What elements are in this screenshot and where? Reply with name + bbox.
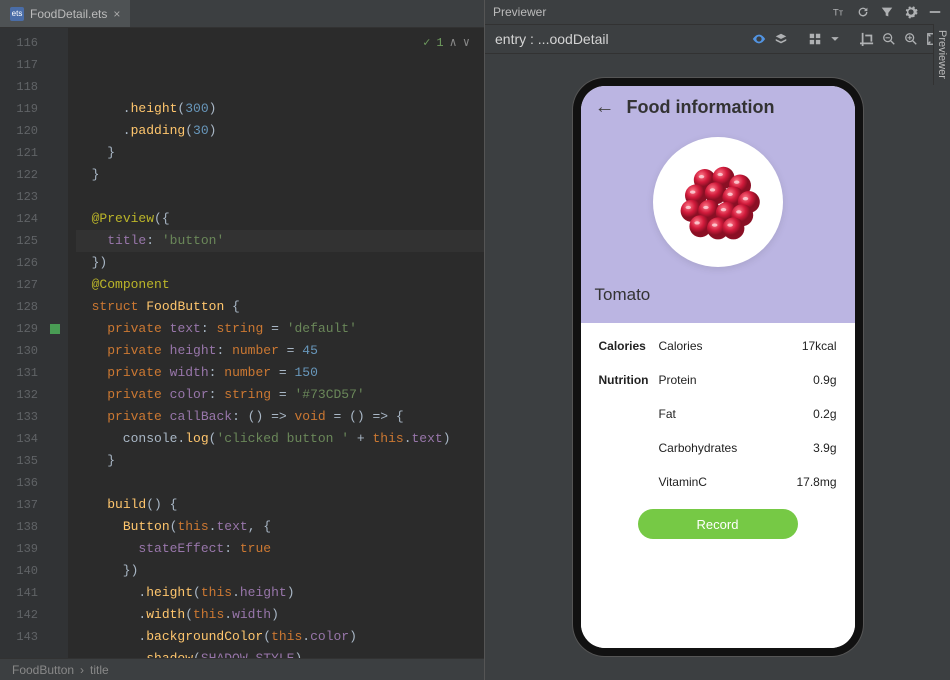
previewer-header: Previewer Tт: [485, 0, 950, 24]
nutrition-label: Protein: [659, 373, 814, 387]
previewer-title: Previewer: [493, 5, 546, 19]
eye-icon[interactable]: [752, 32, 766, 46]
food-header: ← Food information: [581, 86, 855, 323]
nutrition-label: VitaminC: [659, 475, 797, 489]
layers-icon[interactable]: [774, 32, 788, 46]
chevron-right-icon: ›: [80, 663, 84, 677]
previewer-side-tab[interactable]: Previewer: [933, 24, 950, 85]
code-area[interactable]: 1161171181191201211221231241251261271281…: [0, 28, 484, 658]
zoom-in-icon[interactable]: [904, 32, 918, 46]
device-screen: ← Food information: [581, 86, 855, 648]
food-name: Tomato: [595, 275, 841, 305]
nutrition-label: Calories: [659, 339, 802, 353]
code-content[interactable]: ✓1 ∧ ∨ .height(300) .padding(30) } } @Pr…: [68, 28, 484, 658]
file-icon: ets: [10, 7, 24, 21]
close-icon[interactable]: ×: [113, 7, 120, 21]
gear-icon[interactable]: [904, 5, 918, 19]
breadcrumb-item[interactable]: title: [90, 663, 109, 677]
page-title: Food information: [627, 97, 775, 118]
svg-text:Tт: Tт: [833, 8, 844, 19]
nutrition-row: CaloriesCalories17kcal: [599, 339, 837, 353]
text-mode-icon[interactable]: Tт: [832, 5, 846, 19]
nutrition-value: 0.2g: [813, 407, 836, 421]
minimize-icon[interactable]: [928, 5, 942, 19]
nutrition-row: Fat0.2g: [599, 407, 837, 421]
chevron-down-icon[interactable]: ∨: [463, 32, 470, 54]
breadcrumb[interactable]: FoodButton › title: [0, 658, 484, 680]
nutrition-value: 0.9g: [813, 373, 836, 387]
nutrition-list: CaloriesCalories17kcalNutritionProtein0.…: [581, 323, 855, 648]
preview-canvas: ← Food information: [485, 54, 950, 680]
nutrition-value: 3.9g: [813, 441, 836, 455]
marker-gutter: [44, 28, 68, 658]
check-icon: ✓: [423, 32, 430, 54]
back-icon[interactable]: ←: [595, 96, 615, 119]
chevron-up-icon[interactable]: ∧: [450, 32, 457, 54]
previewer-toolbar: entry : ...oodDetail: [485, 24, 950, 54]
nutrition-row: Carbohydrates3.9g: [599, 441, 837, 455]
editor-tab-bar: ets FoodDetail.ets ×: [0, 0, 484, 28]
refresh-icon[interactable]: [856, 5, 870, 19]
nutrition-value: 17.8mg: [796, 475, 836, 489]
zoom-out-icon[interactable]: [882, 32, 896, 46]
nutrition-group: Calories: [599, 339, 659, 353]
nutrition-label: Carbohydrates: [659, 441, 814, 455]
nutrition-value: 17kcal: [802, 339, 837, 353]
line-gutter: 1161171181191201211221231241251261271281…: [0, 28, 44, 658]
filter-icon[interactable]: [880, 5, 894, 19]
grid-icon[interactable]: [808, 32, 822, 46]
entry-label: entry : ...oodDetail: [495, 31, 609, 47]
editor-tab[interactable]: ets FoodDetail.ets ×: [0, 0, 130, 27]
nutrition-row: VitaminC17.8mg: [599, 475, 837, 489]
previewer-pane: Previewer Tт entry : ...oodDetail: [485, 0, 950, 680]
editor-pane: ets FoodDetail.ets × 1161171181191201211…: [0, 0, 485, 680]
nutrition-label: Fat: [659, 407, 814, 421]
nutrition-row: NutritionProtein0.9g: [599, 373, 837, 387]
breadcrumb-item[interactable]: FoodButton: [12, 663, 74, 677]
food-image: [653, 137, 783, 267]
nutrition-group: Nutrition: [599, 373, 659, 387]
inspection-summary[interactable]: ✓1 ∧ ∨: [423, 32, 470, 54]
crop-icon[interactable]: [860, 32, 874, 46]
device-frame: ← Food information: [573, 78, 863, 656]
tab-filename: FoodDetail.ets: [30, 7, 107, 21]
chevron-down-icon[interactable]: [830, 34, 840, 44]
record-button[interactable]: Record: [638, 509, 798, 539]
